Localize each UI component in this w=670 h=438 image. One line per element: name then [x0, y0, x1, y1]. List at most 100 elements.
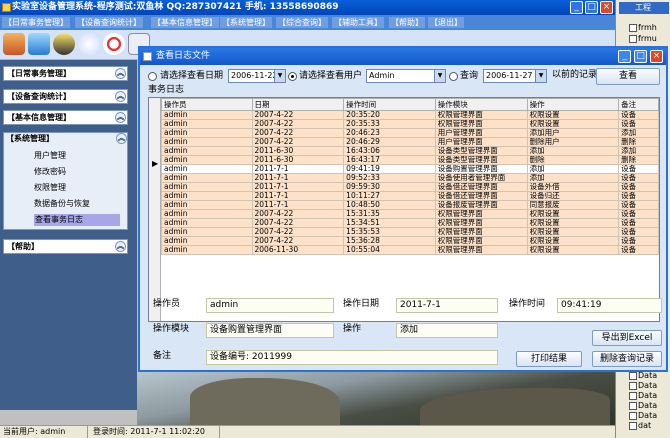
table-row[interactable]: admin 2006-11-30 10:55:04 权限管理界面 权限设置 设备: [161, 245, 659, 255]
tree-item[interactable]: Data: [638, 391, 670, 401]
dialog-minimize-button[interactable]: _: [618, 50, 631, 63]
table-cell: 权限设置: [526, 209, 620, 219]
query-label: 查询: [460, 71, 479, 81]
nav-item-backup[interactable]: 数据备份与恢复: [34, 198, 90, 210]
tree-item[interactable]: Data: [638, 371, 670, 381]
table-row[interactable]: admin 2011-7-1 09:52:33 设备使用者管理界面 添加 设备: [161, 173, 659, 183]
menu-exit[interactable]: 【退出】: [428, 17, 464, 28]
before-date-select[interactable]: 2006-11-27 ▼: [483, 69, 547, 83]
lightbulb-icon[interactable]: [78, 33, 100, 55]
table-row[interactable]: admin 2007-4-22 15:31:35 权限管理界面 权限设置 设备: [161, 209, 659, 219]
menu-equipment-query[interactable]: 【设备查询统计】: [75, 17, 143, 28]
menu-basic-info[interactable]: 【基本信息管理】: [151, 17, 219, 28]
print-results-button[interactable]: 打印结果: [516, 351, 582, 367]
dialog-icon: [143, 52, 152, 61]
date-field[interactable]: 2011-7-1: [396, 298, 498, 313]
column-header[interactable]: 操作模块: [434, 98, 528, 111]
column-header[interactable]: 日期: [251, 98, 345, 111]
nav-item-permissions[interactable]: 权限管理: [34, 182, 66, 194]
table-row[interactable]: admin 2007-4-22 20:46:23 用户管理界面 添加用户 添加: [161, 128, 659, 138]
chevron-up-icon[interactable]: ︽: [115, 68, 126, 79]
menu-auxiliary-tools[interactable]: 【辅助工具】: [332, 17, 384, 28]
chevron-down-icon[interactable]: ▼: [274, 70, 285, 82]
nav-section-system[interactable]: 【系统管理】 ︽: [3, 132, 128, 147]
row-indicator-icon: ▶: [152, 159, 159, 168]
tree-item[interactable]: frmh: [638, 23, 670, 33]
network-icon[interactable]: [28, 33, 50, 55]
tree-item[interactable]: dat: [638, 421, 670, 431]
nav-item-change-password[interactable]: 修改密码: [34, 166, 66, 178]
table-row[interactable]: admin 2007-4-22 15:36:28 权限管理界面 权限设置 设备: [161, 236, 659, 246]
menu-comprehensive-query[interactable]: 【综合查询】: [276, 17, 328, 28]
table-cell: 权限管理界面: [434, 119, 528, 129]
tree-item[interactable]: Data: [638, 381, 670, 391]
chevron-up-icon[interactable]: ︽: [115, 241, 126, 252]
column-header[interactable]: 操作: [526, 98, 620, 111]
operator-field[interactable]: admin: [206, 298, 334, 313]
table-row[interactable]: admin 2007-4-22 15:34:51 权限管理界面 权限设置 设备: [161, 218, 659, 228]
view-button[interactable]: 查看: [596, 68, 660, 85]
table-row[interactable]: admin 2011-7-1 10:48:50 设备报废管理界面 同意报废 设备: [161, 200, 659, 210]
table-row[interactable]: admin 2011-7-1 10:11:27 设备借还管理界面 设备归还 设备: [161, 191, 659, 201]
table-cell: 权限设置: [526, 227, 620, 237]
nav-item-view-log[interactable]: 查看事务日志: [34, 214, 120, 226]
table-cell: 20:46:29: [343, 137, 436, 147]
menu-daily-affairs[interactable]: 【日常事务管理】: [2, 17, 70, 28]
menu-system-management[interactable]: 【系统管理】: [220, 17, 272, 28]
chevron-up-icon[interactable]: ︽: [115, 91, 126, 102]
time-field[interactable]: 09:41:19: [557, 298, 662, 313]
delete-query-records-button[interactable]: 删除查询记录: [592, 351, 662, 367]
nav-section-basic[interactable]: 【基本信息管理】 ︽: [3, 110, 128, 125]
action-field[interactable]: 添加: [396, 323, 498, 338]
table-row[interactable]: admin 2007-4-22 20:35:33 权限管理界面 权限设置 设备: [161, 119, 659, 129]
chevron-up-icon[interactable]: ︽: [116, 133, 127, 144]
table-row[interactable]: admin 2007-4-22 20:46:29 用户管理界面 删除用户 删除: [161, 137, 659, 147]
radio-by-date[interactable]: [148, 72, 157, 81]
close-button[interactable]: ×: [600, 1, 613, 14]
table-cell: admin: [161, 128, 253, 138]
nav-item-user-management[interactable]: 用户管理: [34, 150, 66, 162]
table-row[interactable]: admin 2011-7-1 09:59:30 设备借还管理界面 设备外借 设备: [161, 182, 659, 192]
table-cell: 2011-7-1: [251, 173, 345, 183]
chevron-down-icon[interactable]: ▼: [535, 70, 546, 82]
table-row[interactable]: admin 2011-7-1 09:41:19 设备购置管理界面 添加 设备: [161, 164, 659, 174]
users-icon[interactable]: [3, 33, 25, 55]
radio-by-user[interactable]: [288, 72, 297, 81]
radio-query-before[interactable]: [449, 72, 458, 81]
column-header[interactable]: 备注: [618, 98, 659, 111]
nav-section-query[interactable]: 【设备查询统计】 ︽: [3, 89, 128, 104]
table-row[interactable]: admin 2011-6-30 16:43:06 设备类型管理界面 添加 添加: [161, 146, 659, 156]
maximize-button[interactable]: □: [585, 1, 598, 14]
table-row[interactable]: admin 2007-4-22 20:35:20 权限管理界面 权限设置 设备: [161, 110, 659, 120]
dialog-maximize-button[interactable]: □: [634, 50, 647, 63]
dialog-title: 查看日志文件: [156, 51, 211, 61]
user-select[interactable]: Admin ▼: [366, 69, 446, 83]
export-excel-button[interactable]: 导出到Excel: [592, 330, 662, 346]
date-select[interactable]: 2006-11-22 ▼: [228, 69, 286, 83]
menu-help[interactable]: 【帮助】: [389, 17, 425, 28]
remark-field[interactable]: 设备编号: 2011999: [206, 350, 498, 365]
tree-item[interactable]: Data: [638, 411, 670, 421]
status-bar: 当前用户: admin 登录时间: 2011-7-1 11:02:20: [0, 425, 615, 438]
table-cell: 删除: [618, 155, 659, 165]
column-header[interactable]: 操作员: [161, 98, 253, 111]
operator-label: 操作员: [153, 299, 181, 309]
table-cell: 设备: [618, 227, 659, 237]
log-table: ▶ 操作员 日期 操作时间 操作模块 操作 备注 admin 2007-4-22 20:35:…: [148, 97, 660, 322]
tree-item[interactable]: Data: [638, 401, 670, 411]
penguin-icon[interactable]: [53, 33, 75, 55]
table-row[interactable]: admin 2011-6-30 16:43:17 设备类型管理界面 删除 删除: [161, 155, 659, 165]
table-row[interactable]: admin 2007-4-22 15:35:53 权限管理界面 权限设置 设备: [161, 227, 659, 237]
column-header[interactable]: 操作时间: [343, 98, 436, 111]
table-cell: 2006-11-30: [251, 245, 345, 255]
module-field[interactable]: 设备购置管理界面: [206, 323, 334, 338]
table-cell: admin: [161, 119, 253, 129]
dialog-close-button[interactable]: ×: [650, 50, 663, 63]
nav-section-help[interactable]: 【帮助】 ︽: [3, 239, 128, 254]
target-icon[interactable]: [103, 33, 125, 55]
tree-item[interactable]: frmu: [638, 34, 670, 44]
nav-section-daily[interactable]: 【日常事务管理】 ︽: [3, 66, 128, 81]
minimize-button[interactable]: _: [570, 1, 583, 14]
chevron-up-icon[interactable]: ︽: [115, 112, 126, 123]
chevron-down-icon[interactable]: ▼: [434, 70, 445, 82]
